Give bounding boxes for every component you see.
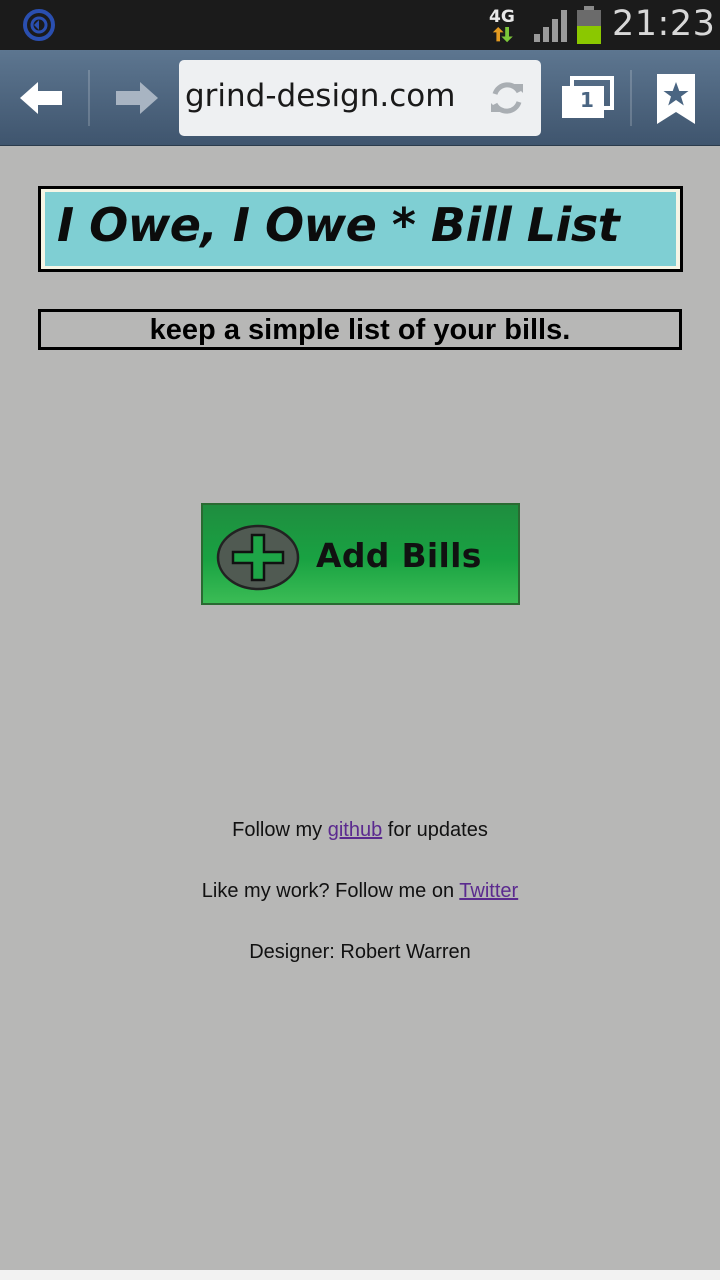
signal-icon <box>534 10 567 42</box>
github-suffix: for updates <box>387 819 488 841</box>
banner-background: I Owe, I Owe * Bill List <box>45 192 676 266</box>
add-bills-label: Add Bills <box>316 536 482 575</box>
bookmark-icon[interactable] <box>654 74 698 126</box>
banner-image: I Owe, I Owe * Bill List <box>38 186 683 272</box>
bottom-edge <box>0 1270 720 1280</box>
sync-app-icon <box>23 9 55 41</box>
tagline-box: keep a simple list of your bills. <box>38 309 682 350</box>
forward-arrow-icon[interactable] <box>110 78 162 118</box>
network-type: 4G <box>489 7 515 27</box>
designer-credit: Designer: Robert Warren <box>249 941 471 963</box>
back-arrow-icon[interactable] <box>16 78 68 118</box>
plus-icon <box>216 524 300 591</box>
twitter-line: Like my work? Follow me on Twitter <box>0 880 720 903</box>
address-bar[interactable]: grind-design.com <box>179 60 541 136</box>
github-link[interactable]: github <box>328 819 383 841</box>
tagline: keep a simple list of your bills. <box>149 314 571 346</box>
browser-toolbar: grind-design.com 1 <box>0 50 720 146</box>
github-line: Follow my github for updates <box>0 819 720 842</box>
url-text[interactable]: grind-design.com <box>185 78 455 114</box>
tabs-button[interactable]: 1 <box>556 76 616 122</box>
data-arrows-icon <box>492 27 513 43</box>
toolbar-divider <box>88 70 90 126</box>
web-page: I Owe, I Owe * Bill List keep a simple l… <box>0 146 720 1270</box>
status-bar: 4G 21:23 <box>0 0 720 50</box>
banner-title: I Owe, I Owe * Bill List <box>57 198 620 252</box>
twitter-prefix: Like my work? Follow me on <box>201 880 455 902</box>
tab-count: 1 <box>580 88 594 112</box>
github-prefix: Follow my <box>232 819 323 841</box>
battery-icon <box>577 6 601 44</box>
status-clock: 21:23 <box>612 4 716 44</box>
reload-icon[interactable] <box>487 78 527 118</box>
toolbar-divider <box>630 70 632 126</box>
add-bills-button[interactable]: Add Bills <box>201 503 520 605</box>
twitter-link[interactable]: Twitter <box>459 880 518 902</box>
